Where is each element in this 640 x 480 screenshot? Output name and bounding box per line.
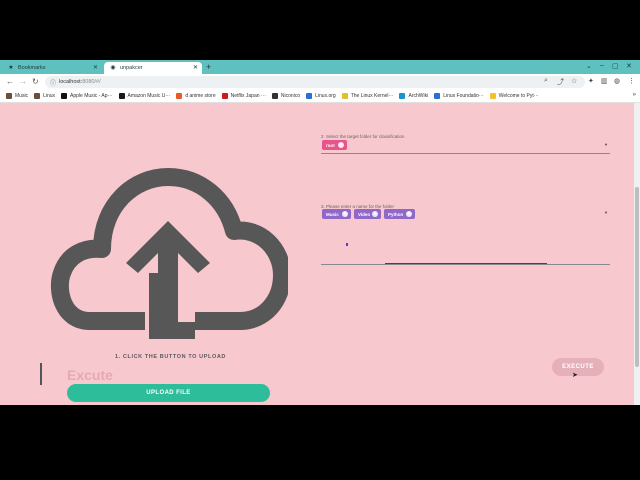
- input-caret: [346, 243, 348, 246]
- tab-search-icon[interactable]: ⌄: [586, 62, 592, 70]
- bookmark-label: Linux.org: [315, 93, 336, 99]
- page-content: 1. CLICK THE BUTTON TO UPLOAD Excute UPL…: [0, 103, 634, 405]
- bookmark-favicon-icon: [34, 93, 41, 99]
- reload-icon[interactable]: ↻: [32, 77, 39, 87]
- maximize-icon[interactable]: ▢: [612, 62, 619, 70]
- close-tab-icon[interactable]: ✕: [93, 64, 98, 71]
- more-bookmarks-icon[interactable]: »: [633, 92, 636, 98]
- bookmark-item[interactable]: Amazon Music U···: [118, 93, 171, 99]
- bookmark-item[interactable]: Apple Music - Ap···: [61, 93, 113, 99]
- bookmark-label: Linux: [43, 93, 56, 99]
- upload-step-label: 1. CLICK THE BUTTON TO UPLOAD: [115, 354, 227, 360]
- bookmark-item[interactable]: Linux Foundatio···: [434, 93, 484, 99]
- toolbar: ← → ↻ ⓘ localhost: 8080/#/ ⌕ ⤴ ☆ ✦ ▥ ◍ ⋮: [0, 74, 640, 90]
- bookmark-label: The Linux Kernel···: [350, 93, 394, 99]
- chip-label: Video: [358, 211, 371, 217]
- bookmark-item[interactable]: ArchWiki: [399, 93, 428, 99]
- address-bar[interactable]: ⓘ localhost: 8080/#/ ⌕ ⤴ ☆: [45, 76, 585, 88]
- chip-label: Music: [326, 211, 339, 217]
- url-host: localhost:: [59, 79, 83, 85]
- dropdown-arrow-icon[interactable]: ▼: [604, 142, 608, 147]
- site-info-icon[interactable]: ⓘ: [50, 78, 56, 87]
- back-icon[interactable]: ←: [6, 77, 14, 87]
- new-tab-button[interactable]: +: [206, 62, 211, 72]
- chip-remove-icon[interactable]: ×: [342, 211, 348, 217]
- forward-icon[interactable]: →: [19, 77, 27, 87]
- chip-python[interactable]: Python ×: [384, 209, 415, 219]
- bookmark-item[interactable]: Linux.org: [306, 93, 336, 99]
- dropdown-arrow-icon[interactable]: ▼: [604, 210, 608, 215]
- bookmark-star-icon[interactable]: ☆: [571, 77, 577, 85]
- bookmark-label: Linux Foundatio···: [443, 93, 484, 99]
- tab-unpakcer[interactable]: ◉ unpakcer ✕: [104, 62, 202, 74]
- bookmark-favicon-icon: [176, 93, 183, 99]
- bookmark-item[interactable]: d anime store: [176, 93, 216, 99]
- scrollbar-thumb[interactable]: [635, 187, 639, 367]
- sidepanel-icon[interactable]: ▥: [601, 77, 608, 85]
- bookmark-favicon-icon: [341, 93, 348, 99]
- text-cursor: [40, 363, 42, 385]
- bookmark-label: Music: [15, 93, 29, 99]
- tab-strip: ★ Bookmarks ✕ ◉ unpakcer ✕ + ⌄ – ▢ ✕: [0, 60, 640, 74]
- chip-music[interactable]: Music ×: [322, 209, 351, 219]
- tab-label: unpakcer: [120, 65, 143, 71]
- bookmark-favicon-icon: [399, 93, 406, 99]
- bookmark-item[interactable]: Niconico: [271, 93, 301, 99]
- share-icon[interactable]: ⤴: [557, 77, 564, 87]
- profile-icon[interactable]: ◍: [614, 77, 620, 85]
- bookmark-favicon-icon: [6, 93, 12, 99]
- bookmark-label: d anime store: [185, 93, 216, 99]
- tab-bookmarks[interactable]: ★ Bookmarks ✕: [2, 62, 102, 74]
- chip-remove-icon[interactable]: ×: [338, 142, 344, 148]
- bookmark-label: Apple Music - Ap···: [70, 93, 113, 99]
- bookmark-favicon-icon: [489, 93, 496, 99]
- bookmark-favicon-icon: [118, 93, 125, 99]
- cloud-upload-icon[interactable]: [50, 161, 288, 339]
- close-tab-icon[interactable]: ✕: [193, 64, 198, 71]
- bookmark-favicon-icon: [306, 93, 313, 99]
- extensions-icon[interactable]: ✦: [588, 77, 594, 85]
- mouse-pointer-icon: ➤: [572, 372, 578, 379]
- chip-video[interactable]: Video ×: [354, 209, 381, 219]
- chip-remove-icon[interactable]: ×: [406, 211, 412, 217]
- target-folder-underline: [321, 153, 610, 154]
- globe-icon: ◉: [110, 65, 116, 71]
- target-folder-label: 2. Select the target folder for classifi…: [321, 134, 405, 139]
- chip-root[interactable]: root ×: [322, 140, 347, 150]
- bookmark-item[interactable]: The Linux Kernel···: [341, 93, 394, 99]
- bookmark-favicon-icon: [271, 93, 278, 99]
- excute-heading: Excute: [67, 367, 113, 383]
- url-path: 8080/#/: [82, 79, 101, 85]
- bookmark-item[interactable]: Music: [6, 93, 28, 99]
- chip-remove-icon[interactable]: ×: [372, 211, 378, 217]
- vertical-scrollbar[interactable]: [634, 103, 640, 405]
- browser-window: ★ Bookmarks ✕ ◉ unpakcer ✕ + ⌄ – ▢ ✕ ← →…: [0, 60, 640, 405]
- chip-label: root: [326, 142, 335, 148]
- upload-file-button[interactable]: UPLOAD FILE: [67, 384, 270, 402]
- bookmark-label: Netflix Japan ···: [230, 93, 266, 99]
- bookmark-item[interactable]: Linux: [34, 93, 55, 99]
- bookmark-favicon-icon: [434, 93, 441, 99]
- bookmark-favicon-icon: [61, 93, 68, 99]
- menu-icon[interactable]: ⋮: [628, 77, 635, 85]
- bookmark-label: Amazon Music U···: [127, 93, 171, 99]
- bookmark-label: ArchWiki: [408, 93, 429, 99]
- bookmark-label: Niconico: [280, 93, 301, 99]
- minimize-icon[interactable]: –: [600, 62, 604, 69]
- chip-label: Python: [388, 211, 404, 217]
- search-icon[interactable]: ⌕: [544, 77, 548, 85]
- close-window-icon[interactable]: ✕: [626, 62, 632, 70]
- tab-label: Bookmarks: [18, 65, 46, 71]
- bookmark-label: Welcome to Pyt···: [498, 93, 539, 99]
- bookmark-item[interactable]: Netflix Japan ···: [221, 93, 266, 99]
- progress-bar: [385, 263, 547, 264]
- bookmarks-bar: Music Linux Apple Music - Ap··· Amazon Musi…: [0, 90, 640, 103]
- bookmark-favicon-icon: [221, 93, 228, 99]
- folder-name-underline: [321, 264, 610, 265]
- star-icon: ★: [8, 65, 14, 71]
- bookmark-item[interactable]: Welcome to Pyt···: [489, 93, 539, 99]
- execute-button[interactable]: EXECUTE: [552, 358, 604, 376]
